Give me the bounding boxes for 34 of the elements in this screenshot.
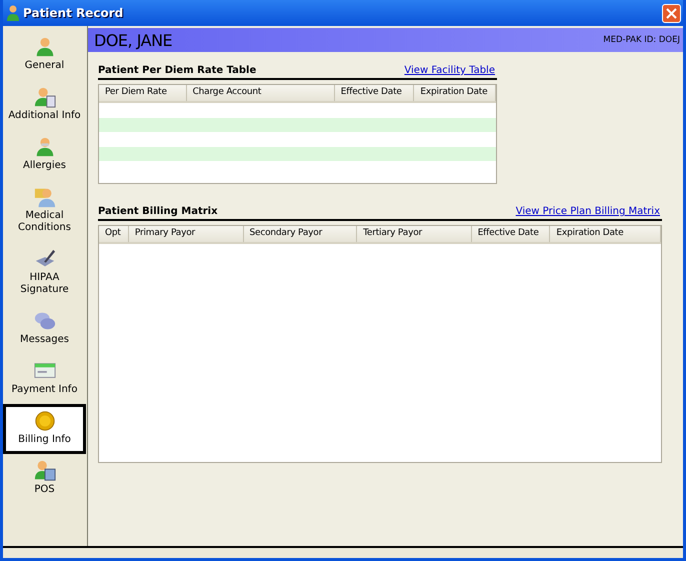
close-button[interactable] bbox=[662, 4, 681, 22]
view-link[interactable]: View Price Plan Billing Matrix bbox=[516, 206, 660, 217]
column-header[interactable]: Expiration Date bbox=[550, 226, 661, 242]
sidebar-item[interactable]: General bbox=[3, 30, 86, 80]
column-header[interactable]: Primary Payor bbox=[128, 226, 244, 242]
sidebar-item[interactable]: HIPAA Signature bbox=[3, 242, 86, 304]
person-icon bbox=[34, 460, 56, 482]
column-header[interactable]: Expiration Date bbox=[414, 85, 496, 101]
chat-bubbles-icon bbox=[34, 310, 56, 332]
sidebar-item[interactable]: POS bbox=[3, 454, 86, 504]
sidebar-item[interactable]: Medical Conditions bbox=[3, 180, 86, 242]
patient-name: DOE, JANE bbox=[94, 30, 172, 50]
column-header[interactable]: Per Diem Rate bbox=[99, 85, 187, 101]
column-header[interactable]: Opt bbox=[99, 226, 129, 242]
section-title: Patient Billing Matrix bbox=[98, 206, 218, 217]
sidebar-item[interactable]: Allergies bbox=[3, 130, 86, 180]
window-title: Patient Record bbox=[23, 6, 124, 20]
column-header[interactable]: Tertiary Payor bbox=[357, 226, 472, 242]
column-header[interactable]: Secondary Payor bbox=[244, 226, 358, 242]
column-header[interactable]: Effective Date bbox=[334, 85, 414, 101]
sidebar-item[interactable]: Billing Info bbox=[3, 404, 86, 454]
person-icon bbox=[7, 5, 19, 21]
person-icon bbox=[34, 186, 56, 208]
view-link[interactable]: View Facility Table bbox=[404, 65, 495, 76]
coin-icon bbox=[34, 410, 56, 432]
sidebar-item[interactable]: Additional Info bbox=[3, 80, 86, 130]
person-icon bbox=[34, 86, 56, 108]
column-header[interactable]: Charge Account bbox=[186, 85, 335, 101]
sidebar-item[interactable]: Messages bbox=[3, 304, 86, 354]
column-header[interactable]: Effective Date bbox=[472, 226, 550, 242]
patient-id: MED-PAK ID: DOEJ bbox=[603, 35, 680, 45]
sidebar-item[interactable]: Payment Info bbox=[3, 354, 86, 404]
section-title: Patient Per Diem Rate Table bbox=[98, 65, 256, 76]
close-icon bbox=[666, 8, 677, 18]
